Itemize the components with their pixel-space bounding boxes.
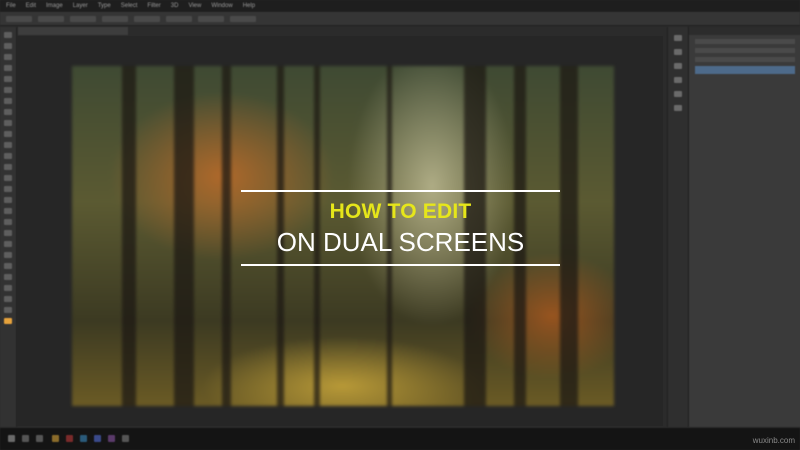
explorer-icon[interactable] <box>52 435 59 442</box>
title-overlay: HOW TO EDIT ON DUAL SCREENS <box>241 190 560 268</box>
panel-control-row[interactable] <box>695 39 795 44</box>
menu-image[interactable]: Image <box>46 3 63 9</box>
adjustments-panel-icon[interactable] <box>674 63 682 69</box>
option-control[interactable] <box>134 15 160 22</box>
option-control[interactable] <box>70 15 96 22</box>
photoshop-icon[interactable] <box>94 435 101 442</box>
title-line-1: HOW TO EDIT <box>329 200 472 223</box>
option-control[interactable] <box>230 15 256 22</box>
character-panel-icon[interactable] <box>674 91 682 97</box>
eraser-tool-icon[interactable] <box>4 142 12 148</box>
path-select-tool-icon[interactable] <box>4 208 12 214</box>
history-brush-tool-icon[interactable] <box>4 131 12 137</box>
document-tab[interactable] <box>18 27 128 35</box>
history-panel-icon[interactable] <box>674 35 682 41</box>
healing-tool-icon[interactable] <box>4 98 12 104</box>
watermark: wuxinb.com <box>752 436 795 445</box>
extra-tool-icon[interactable] <box>4 285 12 291</box>
panel-icon-strip <box>667 27 688 427</box>
option-control[interactable] <box>166 15 192 22</box>
title-line-2: ON DUAL SCREENS <box>276 227 525 257</box>
search-icon[interactable] <box>22 435 29 442</box>
tools-panel <box>0 27 17 427</box>
menu-layer[interactable]: Layer <box>73 3 88 9</box>
extra-tool-icon[interactable] <box>4 263 12 269</box>
marquee-tool-icon[interactable] <box>4 43 12 49</box>
type-tool-icon[interactable] <box>4 197 12 203</box>
brush-tool-icon[interactable] <box>4 109 12 115</box>
menu-help[interactable]: Help <box>243 3 255 9</box>
panel-control-row[interactable] <box>695 48 795 53</box>
top-rule <box>241 190 560 192</box>
blur-tool-icon[interactable] <box>4 164 12 170</box>
zoom-tool-icon[interactable] <box>4 241 12 247</box>
option-control[interactable] <box>6 15 32 22</box>
option-control[interactable] <box>38 15 64 22</box>
options-bar <box>0 12 800 26</box>
foreground-color-swatch[interactable] <box>4 318 12 324</box>
hand-tool-icon[interactable] <box>4 230 12 236</box>
extra-tool-icon[interactable] <box>4 274 12 280</box>
quick-select-tool-icon[interactable] <box>4 65 12 71</box>
pen-tool-icon[interactable] <box>4 186 12 192</box>
extra-tool-icon[interactable] <box>4 307 12 313</box>
shape-tool-icon[interactable] <box>4 219 12 225</box>
lasso-tool-icon[interactable] <box>4 54 12 60</box>
menu-edit[interactable]: Edit <box>26 3 36 9</box>
menu-select[interactable]: Select <box>121 3 138 9</box>
selected-layer[interactable] <box>695 66 795 74</box>
menu-3d[interactable]: 3D <box>171 3 179 9</box>
move-tool-icon[interactable] <box>4 32 12 38</box>
extra-tool-icon[interactable] <box>4 296 12 302</box>
taskbar-app-icon[interactable] <box>66 435 73 442</box>
start-icon[interactable] <box>8 435 15 442</box>
option-control[interactable] <box>198 15 224 22</box>
eyedropper-tool-icon[interactable] <box>4 87 12 93</box>
bottom-rule <box>241 264 560 266</box>
panel-control-row[interactable] <box>695 57 795 62</box>
crop-tool-icon[interactable] <box>4 76 12 82</box>
taskbar <box>0 428 800 450</box>
brush-panel-icon[interactable] <box>674 77 682 83</box>
dodge-tool-icon[interactable] <box>4 175 12 181</box>
more-tools-icon[interactable] <box>4 252 12 258</box>
layers-panel <box>688 27 800 427</box>
menu-file[interactable]: File <box>6 3 16 9</box>
menu-type[interactable]: Type <box>98 3 111 9</box>
option-control[interactable] <box>102 15 128 22</box>
taskbar-app-icon[interactable] <box>80 435 87 442</box>
properties-panel-icon[interactable] <box>674 49 682 55</box>
taskbar-app-icon[interactable] <box>108 435 115 442</box>
gradient-tool-icon[interactable] <box>4 153 12 159</box>
menu-bar: File Edit Image Layer Type Select Filter… <box>0 0 800 12</box>
menu-view[interactable]: View <box>188 3 201 9</box>
panel-tabs[interactable] <box>689 27 800 35</box>
paragraph-panel-icon[interactable] <box>674 105 682 111</box>
menu-filter[interactable]: Filter <box>147 3 160 9</box>
task-view-icon[interactable] <box>36 435 43 442</box>
clone-tool-icon[interactable] <box>4 120 12 126</box>
menu-window[interactable]: Window <box>211 3 232 9</box>
taskbar-app-icon[interactable] <box>122 435 129 442</box>
